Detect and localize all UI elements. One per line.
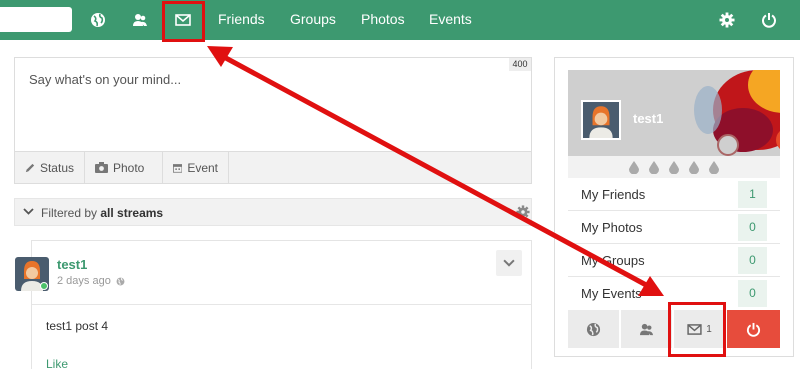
like-link[interactable]: Like xyxy=(46,357,68,369)
power-icon[interactable] xyxy=(759,10,779,30)
stat-label: My Friends xyxy=(581,187,646,202)
post-menu-button[interactable] xyxy=(496,250,522,276)
tab-status-label: Status xyxy=(39,160,74,175)
stat-count: 0 xyxy=(738,214,767,241)
search-input[interactable] xyxy=(0,7,72,32)
post-author[interactable]: test1 xyxy=(57,257,87,272)
filter-value: all streams xyxy=(100,206,164,220)
progress-drops xyxy=(568,156,780,178)
stream-filter-bar[interactable]: Filtered by all streams xyxy=(14,198,532,226)
water-drop-icon xyxy=(709,160,719,174)
stat-row-groups[interactable]: My Groups 0 xyxy=(568,244,780,277)
tab-status[interactable]: Status xyxy=(15,152,85,183)
annotation-highlight-card-mail xyxy=(668,302,726,357)
globe-icon xyxy=(586,322,601,336)
char-limit-badge: 400 xyxy=(509,58,531,71)
globe-icon xyxy=(116,277,125,285)
tab-photo-label: Photo xyxy=(113,160,145,175)
chevron-down-icon xyxy=(23,208,34,215)
avatar[interactable] xyxy=(15,257,49,291)
post-timestamp: 2 days ago xyxy=(57,275,125,287)
nav-link-photos[interactable]: Photos xyxy=(361,11,405,28)
gear-icon[interactable] xyxy=(516,205,530,219)
tab-event-label: Event xyxy=(187,160,218,175)
power-icon xyxy=(746,322,761,337)
pencil-icon xyxy=(25,163,35,172)
card-logout-button[interactable] xyxy=(727,310,780,348)
card-globe-button[interactable] xyxy=(568,310,620,348)
online-indicator xyxy=(40,282,48,290)
status-composer[interactable]: Say what's on your mind... 400 Status Ph… xyxy=(14,57,532,184)
tab-event[interactable]: Event xyxy=(163,152,229,183)
water-drop-icon xyxy=(649,160,659,174)
water-drop-icon xyxy=(669,160,679,174)
water-drop-icon xyxy=(629,160,639,174)
composer-tabs: Status Photo Event xyxy=(15,151,531,183)
card-friends-button[interactable] xyxy=(621,310,673,348)
tab-photo[interactable]: Photo xyxy=(85,152,163,183)
stat-count: 1 xyxy=(738,181,767,208)
friends-icon[interactable] xyxy=(130,10,150,30)
calendar-icon xyxy=(173,163,183,173)
top-navbar: Friends Groups Photos Events xyxy=(0,0,800,40)
stat-label: My Groups xyxy=(581,253,645,268)
chevron-down-icon xyxy=(503,259,515,267)
gear-icon[interactable] xyxy=(717,10,737,30)
nav-link-events[interactable]: Events xyxy=(429,11,472,28)
water-drop-icon xyxy=(689,160,699,174)
nav-link-groups[interactable]: Groups xyxy=(290,11,336,28)
stat-row-friends[interactable]: My Friends 1 xyxy=(568,178,780,211)
filter-prefix: Filtered by xyxy=(41,206,98,220)
nav-link-friends[interactable]: Friends xyxy=(218,11,265,28)
profile-name[interactable]: test1 xyxy=(633,111,663,126)
stat-label: My Events xyxy=(581,286,642,301)
stat-count: 0 xyxy=(738,247,767,274)
composer-placeholder: Say what's on your mind... xyxy=(29,72,182,87)
annotation-highlight-top-mail xyxy=(162,1,205,42)
cover-artwork xyxy=(694,70,780,156)
stat-row-photos[interactable]: My Photos 0 xyxy=(568,211,780,244)
profile-avatar[interactable] xyxy=(581,100,621,140)
friends-icon xyxy=(639,323,654,335)
post-body: test1 post 4 xyxy=(46,319,109,333)
stat-count: 0 xyxy=(738,280,767,307)
camera-icon xyxy=(95,162,108,173)
post-divider xyxy=(32,304,531,305)
stat-label: My Photos xyxy=(581,220,643,235)
globe-icon[interactable] xyxy=(88,10,108,30)
post-time-text: 2 days ago xyxy=(57,275,111,287)
